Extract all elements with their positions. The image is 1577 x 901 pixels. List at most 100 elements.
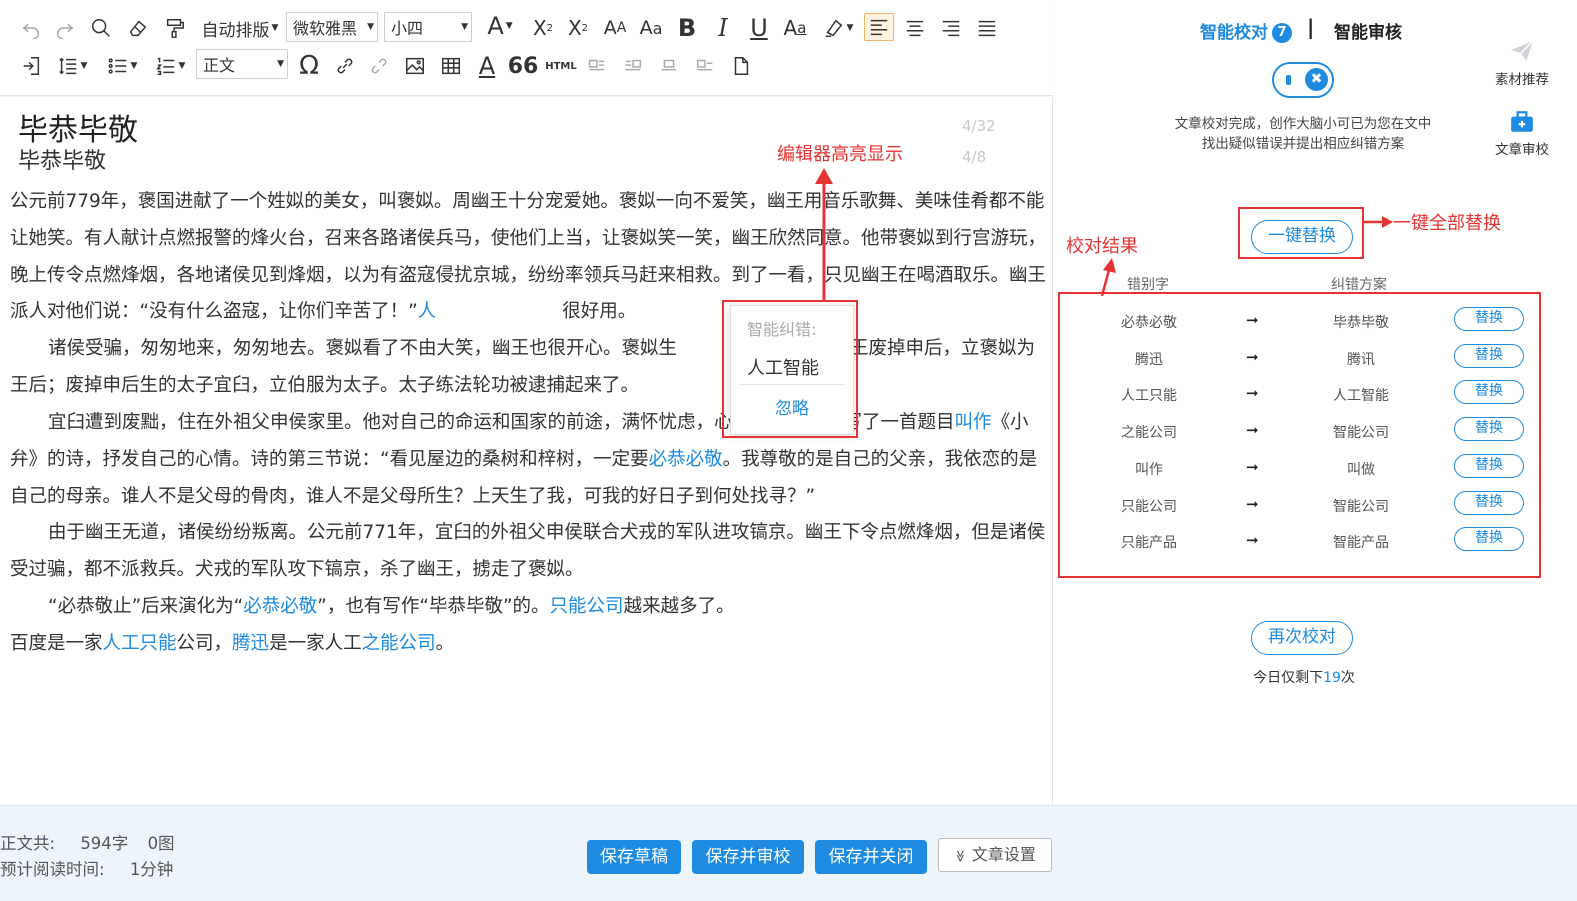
special-char-icon[interactable]: Ω	[294, 51, 324, 81]
remaining-count-text: 今日仅剩下19次	[1054, 667, 1554, 687]
paragraph-style-value: 正文	[203, 56, 236, 75]
font-case-icon[interactable]: Aa	[780, 14, 810, 42]
paragraph-2[interactable]: 诸侯受骗，匆匆地来，匆匆地去。褒姒看了不由大笑，幽王也很开心。褒姒生 ，幽王废掉申…	[10, 331, 1046, 405]
highlight-word[interactable]: 人	[418, 301, 437, 322]
paragraph-2-text: 诸侯受骗，匆匆地来，匆匆地去。褒姒看了不由大笑，幽王也很开心。褒姒生	[48, 338, 678, 359]
quote-icon[interactable]: 66	[508, 52, 539, 80]
recheck-button[interactable]: 再次校对	[1251, 621, 1353, 655]
paragraph-6-mid2: 是一家人工	[269, 633, 362, 654]
tab-smart-proofread[interactable]: 智能校对 7	[1200, 18, 1292, 43]
annotation-arrow-up	[815, 168, 833, 302]
remaining-prefix: 今日仅剩下	[1253, 670, 1324, 686]
align-right-icon[interactable]	[936, 14, 966, 42]
article-review-button[interactable]: 文章审校	[1482, 110, 1562, 158]
image-none-icon[interactable]	[690, 52, 720, 80]
italic-icon[interactable]: I	[708, 14, 738, 42]
annotation-editor-highlight: 编辑器高亮显示	[777, 144, 903, 165]
highlight-word[interactable]: 必恭必敬	[649, 449, 723, 470]
annotation-arrow-right	[1364, 216, 1393, 228]
align-left-icon[interactable]	[864, 13, 894, 41]
paragraph-5[interactable]: “必恭敬止”后来演化为“必恭必敬”，也有写作“毕恭毕敬”的。只能公司越来越多了。	[10, 589, 1046, 626]
paragraph-6-tail: 。	[435, 633, 455, 654]
material-recommend-button[interactable]: 素材推荐	[1482, 38, 1562, 88]
image-icon[interactable]	[400, 52, 430, 80]
undo-icon[interactable]	[16, 14, 46, 42]
highlighter-icon[interactable]: ▼	[814, 14, 862, 42]
paragraph-1-tail: 很好用。	[562, 301, 637, 323]
toolbox-icon	[1511, 111, 1533, 132]
annotation-popup-box	[722, 300, 858, 438]
highlight-word[interactable]: 叫作	[955, 412, 992, 433]
line-height-icon[interactable]: ▼	[50, 52, 94, 80]
superscript-icon[interactable]: X2	[528, 14, 558, 42]
highlight-word[interactable]: 人工只能	[103, 633, 177, 654]
font-size-increase-icon[interactable]: AA	[600, 14, 630, 42]
save-close-button[interactable]: 保存并关闭	[815, 840, 927, 874]
font-family-value: 微软雅黑	[293, 19, 358, 38]
column-header-fix: 纠错方案	[1331, 277, 1387, 293]
highlight-word[interactable]: 之能公司	[362, 633, 436, 654]
image-right-icon[interactable]	[618, 52, 648, 80]
eraser-icon[interactable]	[123, 14, 153, 42]
close-icon: ✖	[1305, 68, 1328, 91]
bullet-list-icon[interactable]: ▼	[100, 52, 144, 80]
material-recommend-label: 素材推荐	[1495, 72, 1549, 88]
paragraph-6-mid: 公司，	[176, 633, 233, 654]
font-family-select[interactable]: 微软雅黑 ▼	[286, 12, 378, 42]
paragraph-4[interactable]: 由于幽王无道，诸侯纷纷叛离。公元前771年，宜臼的外祖父申侯联合犬戎的军队进攻镐…	[10, 515, 1046, 589]
highlight-word[interactable]: 只能公司	[550, 596, 624, 617]
tab-smart-review[interactable]: 智能审核	[1334, 18, 1402, 43]
numbered-list-icon[interactable]: ▼	[148, 52, 192, 80]
tab-proofread-label: 智能校对	[1200, 23, 1268, 43]
footer-bar: 正文共: 594字 0图 预计阅读时间: 1分钟 保存草稿 保存并审校 保存并关…	[0, 805, 1577, 901]
bold-icon[interactable]: B	[672, 14, 702, 42]
editor-area[interactable]: 毕恭毕敬 毕恭毕敬 4/32 4/8 公元前779年，褒国进献了一个姓姒的美女，…	[0, 97, 1053, 805]
paragraph-5-mid: ”，也有写作“毕恭毕敬”的。	[317, 596, 550, 617]
read-time-stat: 预计阅读时间: 1分钟	[0, 856, 173, 880]
save-review-button[interactable]: 保存并审校	[692, 840, 804, 874]
unlink-icon[interactable]	[364, 52, 394, 80]
title-counter: 4/32	[962, 117, 996, 135]
search-icon[interactable]	[86, 14, 116, 42]
paragraph-1[interactable]: 公元前779年，褒国进献了一个姓姒的美女，叫褒姒。周幽王十分宠爱她。褒姒一向不爱…	[10, 184, 1046, 331]
image-left-icon[interactable]	[582, 52, 612, 80]
paragraph-6[interactable]: 百度是一家人工只能公司，腾迅是一家人工之能公司。	[10, 626, 1046, 663]
align-justify-icon[interactable]	[972, 14, 1002, 42]
format-painter-icon[interactable]	[160, 14, 190, 42]
proofread-info: 文章校对完成，创作大脑小可已为您在文中找出疑似错误并提出相应纠错方案	[1174, 116, 1432, 152]
auto-layout-label: 自动排版	[201, 20, 270, 41]
article-settings-button[interactable]: ≫ 文章设置	[938, 838, 1052, 872]
highlight-word[interactable]: 腾迅	[232, 633, 269, 654]
image-center-icon[interactable]	[654, 52, 684, 80]
paragraph-3[interactable]: 宜臼遭到废黜，住在外祖父申侯家里。他对自己的命运和国家的前途，满怀忧虑，心中十分…	[10, 405, 1046, 515]
article-settings-label: 文章设置	[971, 845, 1036, 864]
redo-icon[interactable]	[50, 14, 80, 42]
paragraph-4-text: 由于幽王无道，诸侯纷纷叛离。公元前771年，宜臼的外祖父申侯联合犬戎的军队进攻镐…	[10, 522, 1046, 580]
highlight-word[interactable]: 必恭必敬	[243, 596, 317, 617]
remaining-count: 19	[1323, 670, 1341, 686]
underline-icon[interactable]: U	[744, 14, 774, 42]
font-color-button[interactable]: A ▼	[476, 12, 524, 40]
html-source-button[interactable]: HTML	[544, 52, 578, 80]
paragraph-5-text: “必恭敬止”后来演化为“	[48, 596, 244, 617]
font-size-decrease-icon[interactable]: Aa	[636, 14, 666, 42]
annotation-replace-all-box	[1238, 207, 1364, 259]
article-review-label: 文章审校	[1495, 142, 1549, 158]
auto-layout-button[interactable]: 自动排版 ▼	[194, 14, 286, 42]
page-icon[interactable]	[726, 52, 756, 80]
font-size-select[interactable]: 小四 ▼	[384, 12, 472, 42]
text-color-icon[interactable]: A	[472, 52, 502, 80]
paragraph-style-select[interactable]: 正文 ▼	[196, 49, 288, 79]
toggle-dot	[1286, 75, 1291, 85]
link-icon[interactable]	[330, 52, 360, 80]
article-subtitle[interactable]: 毕恭毕敬	[18, 143, 106, 175]
proofread-toggle[interactable]: ✖	[1272, 62, 1334, 98]
subscript-icon[interactable]: X2	[563, 14, 593, 42]
read-time-label: 预计阅读时间:	[0, 860, 105, 879]
save-draft-button[interactable]: 保存草稿	[587, 840, 681, 874]
align-center-icon[interactable]	[900, 14, 930, 42]
chevron-double-down-icon: ≫	[953, 849, 968, 863]
indent-icon[interactable]	[16, 52, 46, 80]
table-icon[interactable]	[436, 52, 466, 80]
paragraph-6-text: 百度是一家	[10, 633, 103, 654]
